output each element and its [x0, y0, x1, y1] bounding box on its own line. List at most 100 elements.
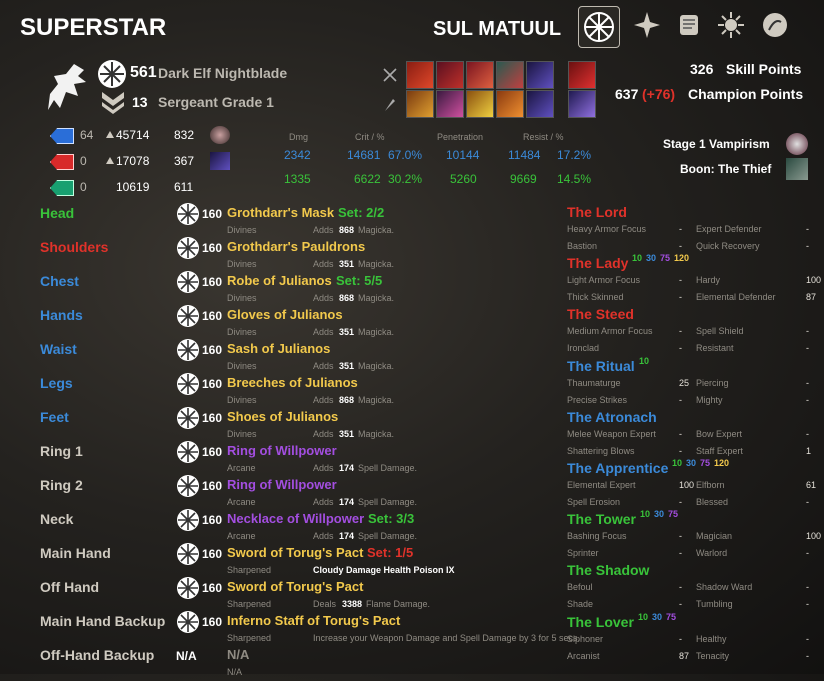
skill-slot-3[interactable] [466, 61, 494, 89]
constellation-name[interactable]: The Lover [567, 614, 634, 630]
stat-weapon-crit: 6622 [354, 172, 381, 186]
stat-header-crit: Crit / % [355, 132, 385, 142]
cp-perk-value: - [806, 343, 809, 354]
cp-perk-value: - [806, 394, 809, 405]
skill-slot-1[interactable] [406, 61, 434, 89]
character-level: 561 [130, 64, 157, 81]
constellation-name[interactable]: The Apprentice [567, 460, 668, 476]
cp-perk-value: - [679, 275, 682, 286]
stat-spell-crit-pct: 67.0% [388, 148, 423, 162]
magicka-up-arrow-icon [106, 131, 114, 138]
cp-perk-name: Magician [696, 531, 733, 542]
champion-points-value: 637 [615, 86, 639, 102]
champion-points-bonus: (+76) [642, 86, 676, 102]
cp-perk-value: - [679, 582, 682, 593]
champion-points-label: Champion Points [688, 86, 804, 102]
skill-points-label: Skill Points [726, 61, 802, 77]
constellation-milestone: 10 [640, 509, 651, 520]
swirl-icon[interactable] [760, 10, 790, 40]
skill-slot-2[interactable] [436, 61, 464, 89]
skill-slot-10[interactable] [526, 90, 554, 118]
constellation-name[interactable]: The Shadow [567, 562, 649, 578]
cp-perk-name: Ironclad [567, 343, 600, 354]
stat-weapon-resist: 9669 [510, 172, 537, 186]
cp-perk-value: - [806, 326, 809, 337]
cp-perk-value: - [679, 292, 682, 303]
champion-icon[interactable] [578, 6, 620, 48]
cp-perk-name: Spell Shield [696, 326, 744, 337]
stat-spell-dmg: 2342 [284, 148, 311, 162]
skill-slot-6[interactable] [406, 90, 434, 118]
scroll-icon[interactable] [674, 10, 704, 40]
cp-perk-name: Elfborn [696, 480, 725, 490]
constellation-milestone: 120 [714, 458, 730, 468]
cp-perk-name: Piercing [696, 377, 729, 388]
skill-slot-5[interactable] [526, 61, 554, 89]
cp-perk-name: Expert Defender [696, 224, 762, 234]
magicka-flag-icon [50, 128, 74, 144]
set-bonus-icon-1 [210, 126, 230, 144]
stat-weapon-dmg: 1335 [284, 172, 311, 186]
cp-perk-value: 1 [806, 445, 812, 456]
cp-perk-name: Shattering Blows [567, 445, 635, 456]
cp-perk-name: Blessed [696, 497, 729, 507]
health-flag-icon [50, 154, 74, 170]
skill-slot-7[interactable] [436, 90, 464, 118]
cp-perk-name: Bow Expert [696, 428, 743, 439]
cp-perk-value: - [679, 343, 682, 354]
constellation-name[interactable]: The Steed [567, 306, 634, 322]
cp-perk-value: - [806, 650, 809, 661]
constellation-name[interactable]: The Lord [567, 204, 627, 220]
stat-spell-crit: 14681 [347, 148, 381, 162]
constellation-milestone: 10 [672, 458, 683, 468]
set-bonus-icon-2 [210, 152, 230, 170]
cp-perk-value: - [679, 531, 682, 542]
cp-perk-name: Quick Recovery [696, 241, 760, 251]
cp-perk-value: 100 [806, 275, 822, 286]
constellation-milestone: 75 [668, 509, 679, 520]
thief-mundus-icon [786, 158, 808, 180]
cp-perk-value: 100 [679, 480, 695, 490]
cp-perk-name: Precise Strikes [567, 394, 628, 405]
skill-slot-ultimate-2[interactable] [568, 90, 596, 118]
skill-slot-ultimate-1[interactable] [568, 61, 596, 89]
skill-slot-8[interactable] [466, 90, 494, 118]
constellation-list: The Lord Heavy Armor Focus - Expert Defende… [0, 200, 824, 674]
constellation-milestone: 75 [700, 458, 711, 468]
cp-perk-name: Elemental Expert [567, 480, 636, 490]
cp-perk-value: - [679, 497, 682, 507]
cp-perk-name: Staff Expert [696, 445, 743, 456]
compass-icon[interactable] [632, 10, 662, 40]
rank-title: Sergeant Grade 1 [158, 94, 274, 110]
stat-weapon-crit-pct: 30.2% [388, 172, 423, 186]
cp-perk-name: Arcanist [567, 650, 600, 661]
stamina-recovery: 611 [174, 180, 194, 194]
constellation-milestone: 30 [652, 611, 663, 622]
constellation-milestone: 30 [646, 253, 657, 264]
skill-slot-9[interactable] [496, 90, 524, 118]
cp-perk-name: Tumbling [696, 599, 733, 610]
cp-perk-value: - [679, 633, 682, 644]
constellation-milestone: 10 [632, 253, 643, 264]
skill-slot-4[interactable] [496, 61, 524, 89]
character-name: SUPERSTAR [20, 14, 167, 41]
skill-points-value: 326 [690, 61, 714, 77]
cp-perk-value: - [679, 224, 682, 234]
cp-perk-value: - [806, 428, 809, 439]
cp-perk-value: - [679, 326, 682, 337]
cp-perk-name: Siphoner [567, 633, 604, 644]
constellation-name[interactable]: The Ritual [567, 358, 635, 374]
account-name: SUL MATUUL [433, 18, 562, 40]
cp-perk-value: 61 [806, 480, 817, 490]
health-max: 17078 [116, 154, 150, 168]
cp-perk-name: Elemental Defender [696, 292, 776, 303]
constellation-name[interactable]: The Lady [567, 255, 628, 271]
sun-icon[interactable] [716, 10, 746, 40]
constellation-name[interactable]: The Atronach [567, 409, 657, 425]
cp-perk-name: Light Armor Focus [567, 275, 641, 286]
cp-perk-name: Bastion [567, 241, 598, 251]
stat-header-penetration: Penetration [437, 132, 484, 142]
dragon-emblem-icon [44, 62, 90, 114]
constellation-name[interactable]: The Tower [567, 511, 636, 527]
cp-perk-value: - [806, 377, 809, 388]
